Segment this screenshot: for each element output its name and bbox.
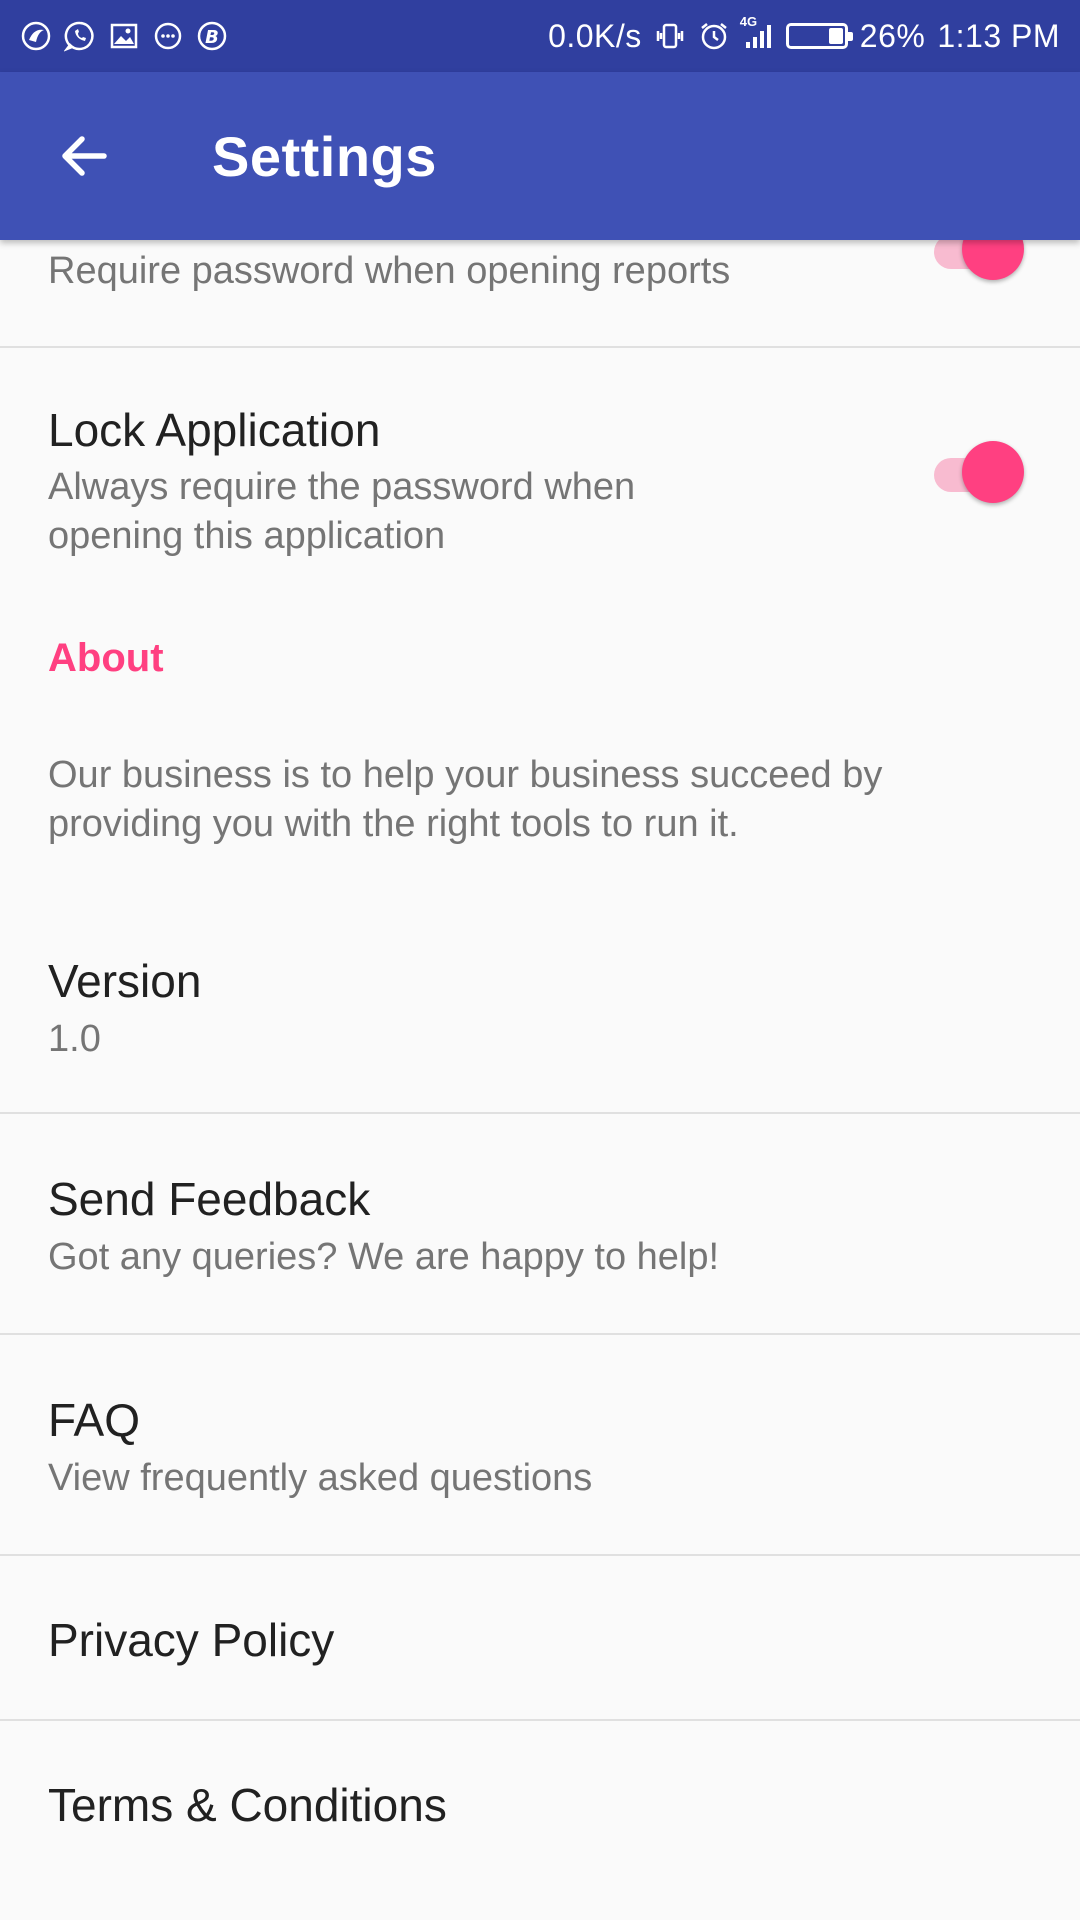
battery-fill: [828, 28, 843, 44]
back-arrow-icon: [62, 136, 107, 176]
whatsapp-icon: [64, 20, 96, 52]
app-notification-icon: [20, 20, 52, 52]
pref-terms-conditions[interactable]: Terms & Conditions: [0, 1721, 1080, 1881]
pref-summary: View frequently asked questions: [48, 1457, 593, 1499]
pref-title: Lock Application: [48, 404, 381, 456]
pref-summary: Require password when opening reports: [48, 250, 731, 292]
status-bar: B 0.0K/s 4G 26% 1:13 PM: [0, 0, 1080, 72]
pref-faq[interactable]: FAQ View frequently asked questions: [0, 1335, 1080, 1554]
status-right-icons: 0.0K/s 4G 26% 1:13 PM: [548, 14, 1060, 55]
pref-summary: Got any queries? We are happy to help!: [48, 1236, 720, 1278]
pref-version[interactable]: Version 1.0: [0, 955, 1080, 1112]
pref-lock-application[interactable]: Lock Application Always require the pass…: [0, 348, 1080, 584]
pref-summary-line2: opening this application: [48, 515, 446, 557]
network-type: 4G: [739, 14, 758, 29]
pref-title: Terms & Conditions: [48, 1779, 447, 1831]
clock: 1:13 PM: [937, 17, 1060, 54]
page-title: Settings: [212, 124, 437, 188]
pref-summary-line1: Always require the password when: [48, 466, 636, 508]
pref-privacy-policy[interactable]: Privacy Policy: [0, 1556, 1080, 1719]
battery-icon: [785, 23, 853, 49]
signal-icon: 4G: [740, 14, 774, 52]
about-text-line1: Our business is to help your business su…: [48, 754, 883, 796]
app-bar: Settings: [0, 72, 1080, 240]
net-speed: 0.0K/s: [548, 17, 642, 54]
report-password-switch[interactable]: [928, 240, 1024, 280]
pref-title: Privacy Policy: [48, 1614, 335, 1666]
back-button[interactable]: [36, 108, 132, 204]
svg-text:B: B: [205, 27, 219, 48]
b-app-icon: B: [196, 20, 228, 52]
section-header-about: About: [48, 636, 164, 680]
pref-report-password[interactable]: Require password when opening reports: [0, 240, 1080, 346]
vibrate-icon: [654, 20, 686, 52]
pref-title: Version: [48, 955, 202, 1007]
about-text-line2: providing you with the right tools to ru…: [48, 803, 739, 845]
about-section: About: [0, 584, 1080, 732]
about-description: Our business is to help your business su…: [0, 732, 1080, 962]
battery-percent: 26%: [859, 17, 926, 54]
pref-title: Send Feedback: [48, 1173, 371, 1225]
pref-title: FAQ: [48, 1394, 141, 1446]
gallery-icon: [108, 20, 140, 52]
alarm-icon: [698, 20, 730, 52]
switch-thumb: [962, 441, 1024, 503]
lock-application-switch[interactable]: [928, 441, 1024, 503]
version-value: 1.0: [48, 1018, 101, 1060]
pref-send-feedback[interactable]: Send Feedback Got any queries? We are ha…: [0, 1114, 1080, 1333]
message-icon: [152, 20, 184, 52]
switch-thumb: [962, 240, 1024, 280]
status-left-icons: B: [20, 20, 228, 52]
settings-list: Require password when opening reports Lo…: [0, 240, 1080, 1920]
